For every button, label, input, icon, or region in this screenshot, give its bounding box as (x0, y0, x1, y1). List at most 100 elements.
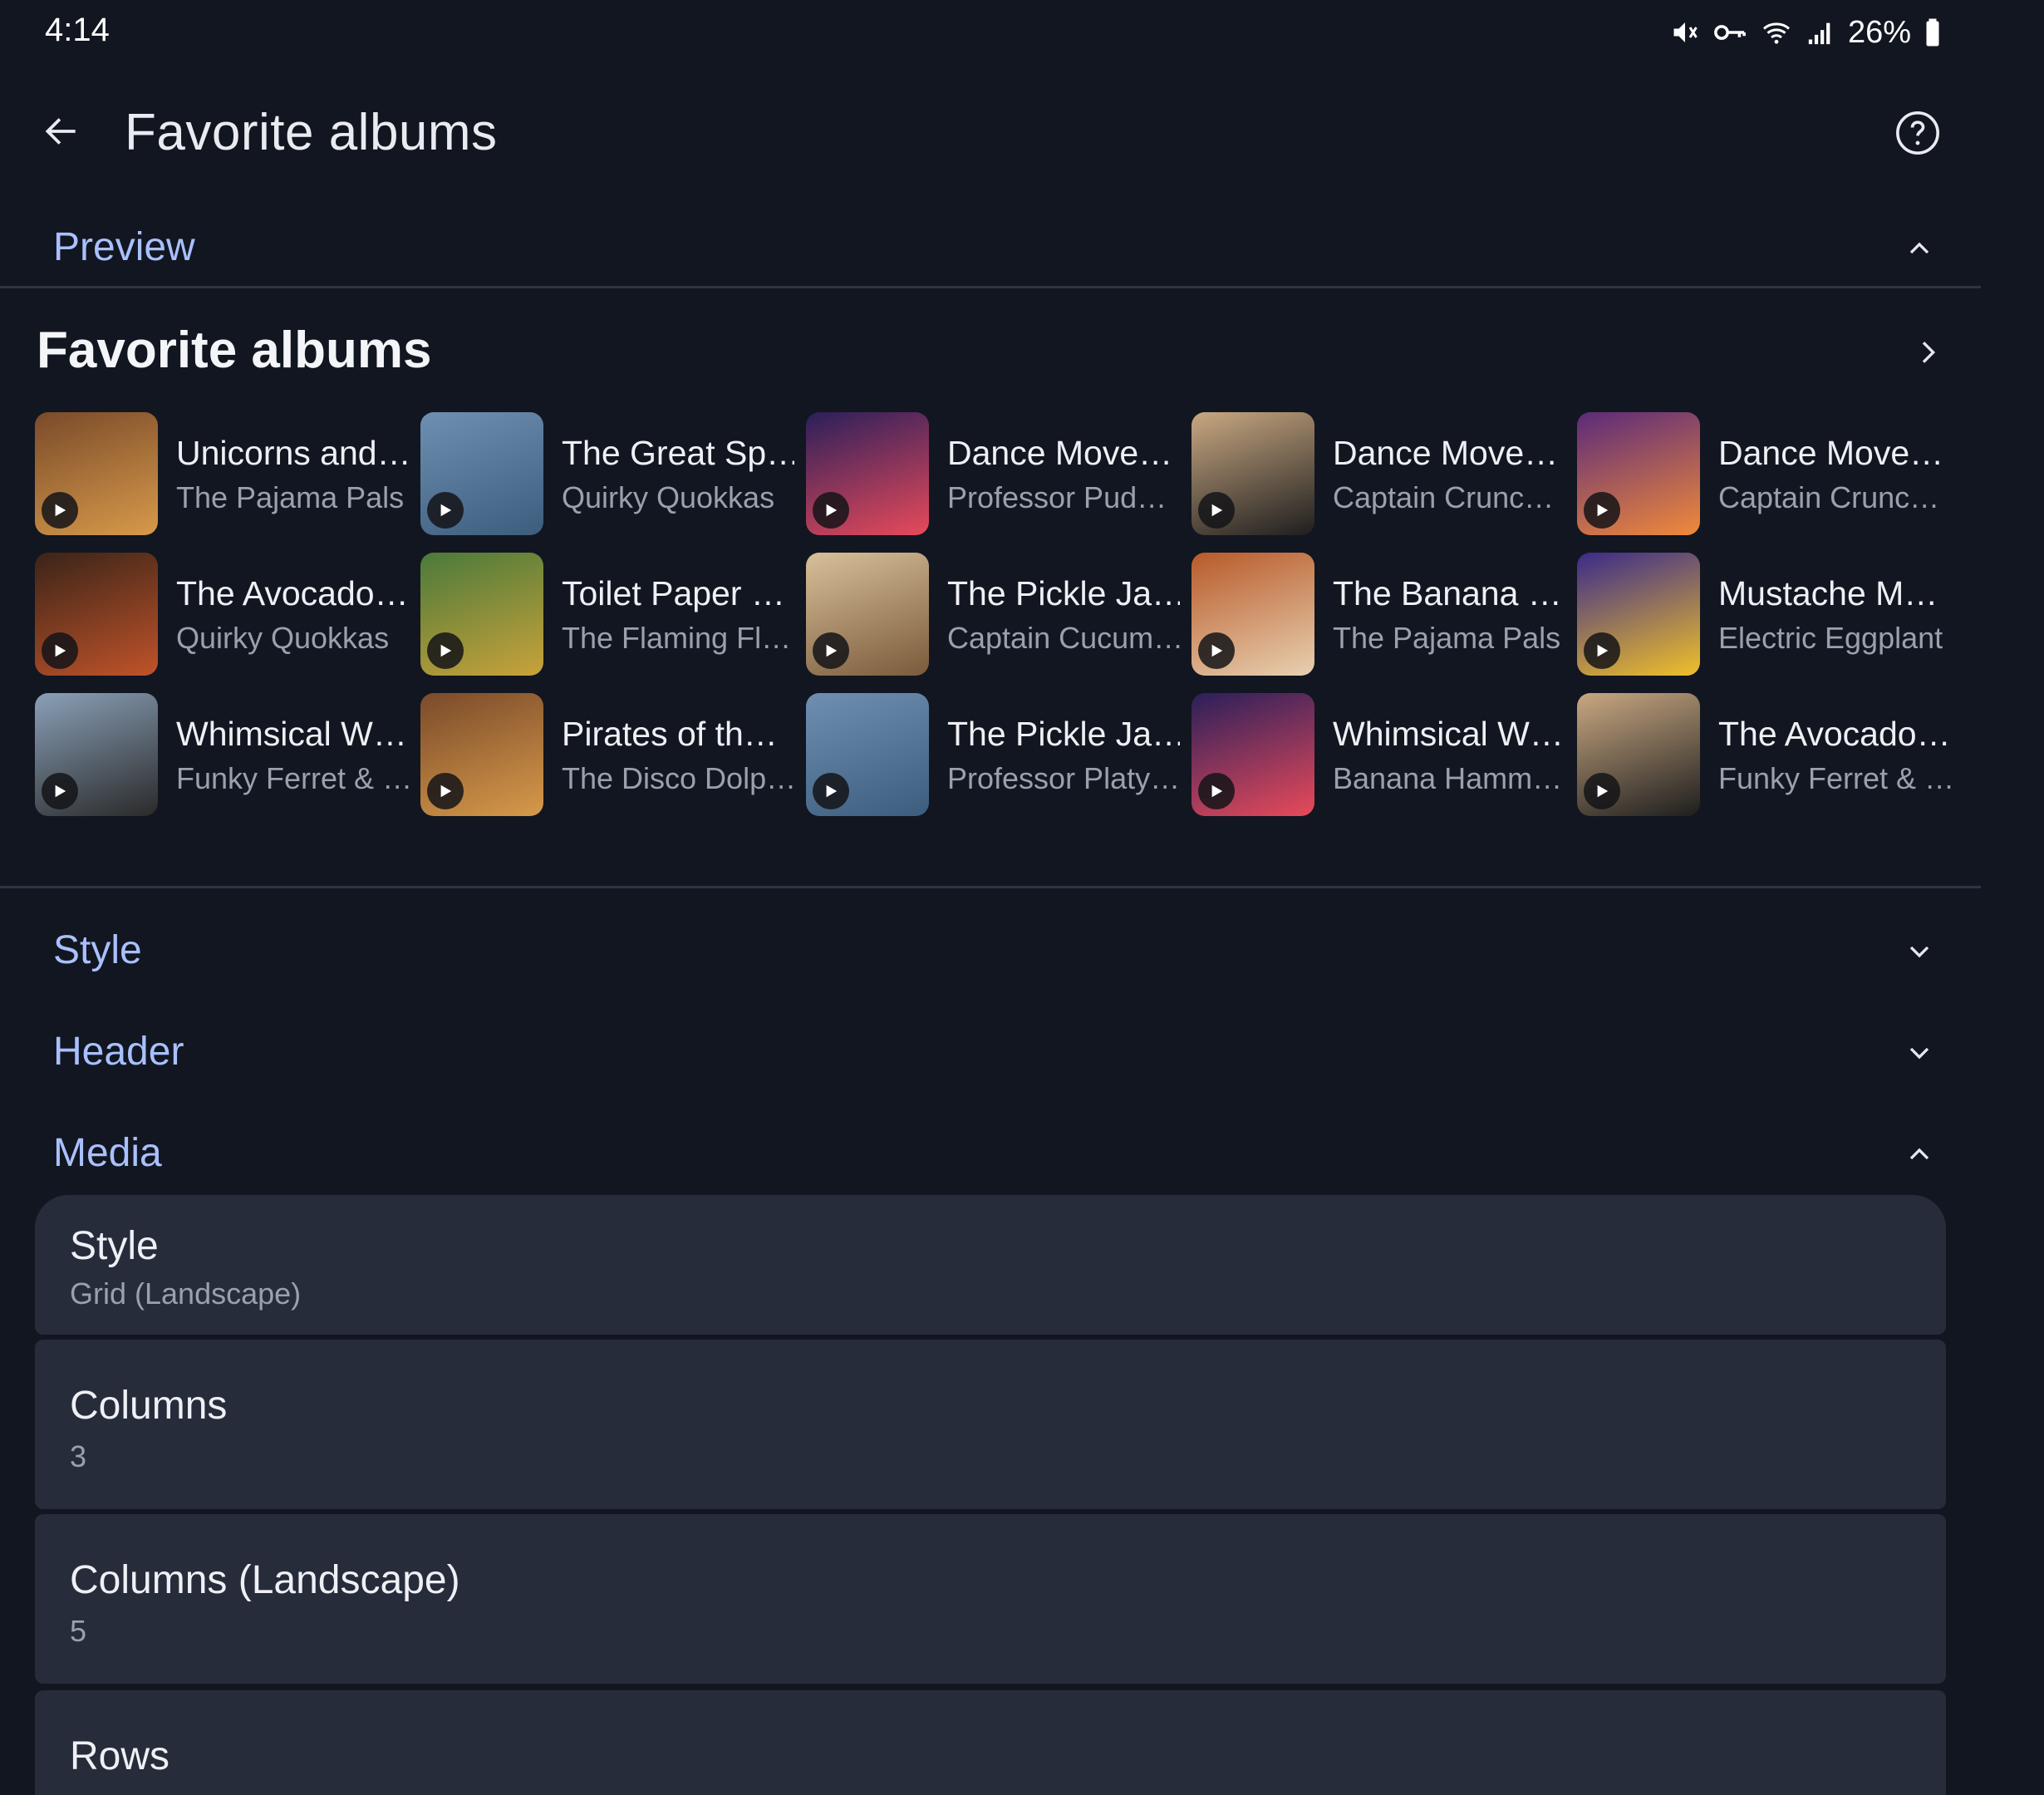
section-preview[interactable]: Preview (0, 206, 1981, 289)
play-icon[interactable] (42, 773, 78, 809)
album-item[interactable]: Pirates of th… The Disco Dolp… (419, 690, 804, 830)
status-time: 4:14 (45, 12, 110, 48)
album-art (1192, 693, 1314, 816)
album-item[interactable]: Toilet Paper … The Flaming Fl… (419, 549, 804, 690)
album-item[interactable]: The Avocado… Funky Ferret & … (1575, 690, 1961, 830)
status-icons: 26% (1670, 12, 1941, 53)
album-item[interactable]: The Avocado… Quirky Quokkas (33, 549, 419, 690)
play-icon[interactable] (427, 492, 464, 529)
album-title: Whimsical W… (1333, 715, 1564, 753)
play-icon[interactable] (427, 773, 464, 809)
album-artist: The Disco Dolp… (562, 761, 794, 795)
section-header-label: Header (53, 1030, 184, 1074)
album-art (35, 693, 158, 816)
album-title: The Avocado… (1718, 715, 1951, 753)
section-media[interactable]: Media (0, 1112, 1981, 1195)
setting-style[interactable]: Style Grid (Landscape) (35, 1195, 1946, 1335)
play-icon[interactable] (427, 632, 464, 669)
album-title: Dance Move… (1333, 434, 1559, 472)
album-item[interactable]: Whimsical W… Funky Ferret & … (33, 690, 419, 830)
album-artist: Banana Hamm… (1333, 761, 1563, 795)
album-art (1577, 693, 1700, 816)
play-icon[interactable] (1584, 773, 1620, 809)
signal-icon (1808, 22, 1830, 45)
play-icon[interactable] (42, 492, 78, 529)
album-title: Pirates of th… (562, 715, 778, 753)
setting-columns-landscape[interactable]: Columns (Landscape) 5 (35, 1514, 1946, 1684)
setting-title: Rows (70, 1734, 170, 1778)
album-artist: Funky Ferret & … (176, 761, 409, 795)
album-artist: The Pajama Pals (176, 480, 405, 514)
divider (0, 286, 1981, 288)
album-item[interactable]: Dance Move… Captain Crunc… (1190, 409, 1575, 549)
arrow-back-icon (45, 118, 76, 145)
setting-title: Style (70, 1224, 159, 1268)
play-icon[interactable] (42, 632, 78, 669)
album-item[interactable]: The Banana … The Pajama Pals (1190, 549, 1575, 690)
help-button[interactable] (1888, 103, 1948, 163)
album-title: Dance Move… (1718, 434, 1944, 472)
battery-icon (1926, 18, 1939, 47)
play-icon[interactable] (813, 773, 849, 809)
album-art (420, 412, 543, 535)
album-art (806, 553, 929, 676)
album-title: The Banana … (1333, 574, 1562, 612)
setting-title: Columns (70, 1384, 228, 1428)
section-header[interactable]: Header (0, 1011, 1981, 1094)
vpn-key-icon (1714, 25, 1746, 40)
setting-value: 3 (70, 1439, 87, 1473)
album-item[interactable]: The Great Sp… Quirky Quokkas (419, 409, 804, 549)
album-item[interactable]: The Pickle Ja… Professor Platy… (804, 690, 1190, 830)
play-icon[interactable] (1198, 492, 1235, 529)
album-artist: Captain Cucum… (947, 621, 1180, 655)
album-item[interactable]: Dance Move… Captain Crunc… (1575, 409, 1961, 549)
play-icon[interactable] (813, 492, 849, 529)
play-icon[interactable] (813, 632, 849, 669)
album-item[interactable]: Whimsical W… Banana Hamm… (1190, 690, 1575, 830)
album-item[interactable]: The Pickle Ja… Captain Cucum… (804, 549, 1190, 690)
preview-more-button[interactable] (1908, 332, 1948, 372)
section-style[interactable]: Style (0, 909, 1981, 992)
album-artist: Professor Pud… (947, 480, 1167, 514)
album-artist: Quirky Quokkas (176, 621, 390, 655)
album-art (1192, 412, 1314, 535)
chevron-right-icon (1922, 342, 1936, 363)
album-art (35, 553, 158, 676)
app-bar: Favorite albums (0, 83, 1981, 183)
wifi-icon (1762, 22, 1790, 44)
album-grid: Unicorns and… The Pajama Pals The Great Sp… (33, 409, 1969, 830)
setting-title: Columns (Landscape) (70, 1558, 460, 1602)
page-title: Favorite albums (125, 104, 498, 161)
play-icon[interactable] (1584, 632, 1620, 669)
album-art (420, 693, 543, 816)
album-artist: Captain Crunc… (1718, 480, 1940, 514)
album-title: The Avocado… (176, 574, 409, 612)
play-icon[interactable] (1198, 773, 1235, 809)
battery-percent: 26% (1847, 14, 1911, 50)
preview-title: Favorite albums (37, 322, 432, 379)
album-art (806, 693, 929, 816)
album-art (1192, 553, 1314, 676)
album-title: Dance Move… (947, 434, 1173, 472)
setting-columns[interactable]: Columns 3 (35, 1340, 1946, 1509)
album-title: The Pickle Ja… (947, 715, 1180, 753)
section-preview-label: Preview (53, 225, 195, 269)
setting-value: Grid (Landscape) (70, 1276, 302, 1311)
album-title: The Great Sp… (562, 434, 794, 472)
section-media-label: Media (53, 1131, 162, 1175)
play-icon[interactable] (1198, 632, 1235, 669)
album-artist: Professor Platy… (947, 761, 1180, 795)
album-item[interactable]: Mustache M… Electric Eggplant (1575, 549, 1961, 690)
album-item[interactable]: Unicorns and… The Pajama Pals (33, 409, 419, 549)
album-artist: The Flaming Fl… (562, 621, 792, 655)
back-button[interactable] (30, 100, 93, 163)
album-art (1577, 412, 1700, 535)
section-style-label: Style (53, 928, 142, 972)
play-icon[interactable] (1584, 492, 1620, 529)
album-art (420, 553, 543, 676)
setting-rows[interactable]: Rows (35, 1690, 1946, 1795)
chevron-up-icon (1894, 1134, 1944, 1175)
album-artist: Captain Crunc… (1333, 480, 1555, 514)
album-item[interactable]: Dance Move… Professor Pud… (804, 409, 1190, 549)
album-artist: Funky Ferret & … (1718, 761, 1951, 795)
